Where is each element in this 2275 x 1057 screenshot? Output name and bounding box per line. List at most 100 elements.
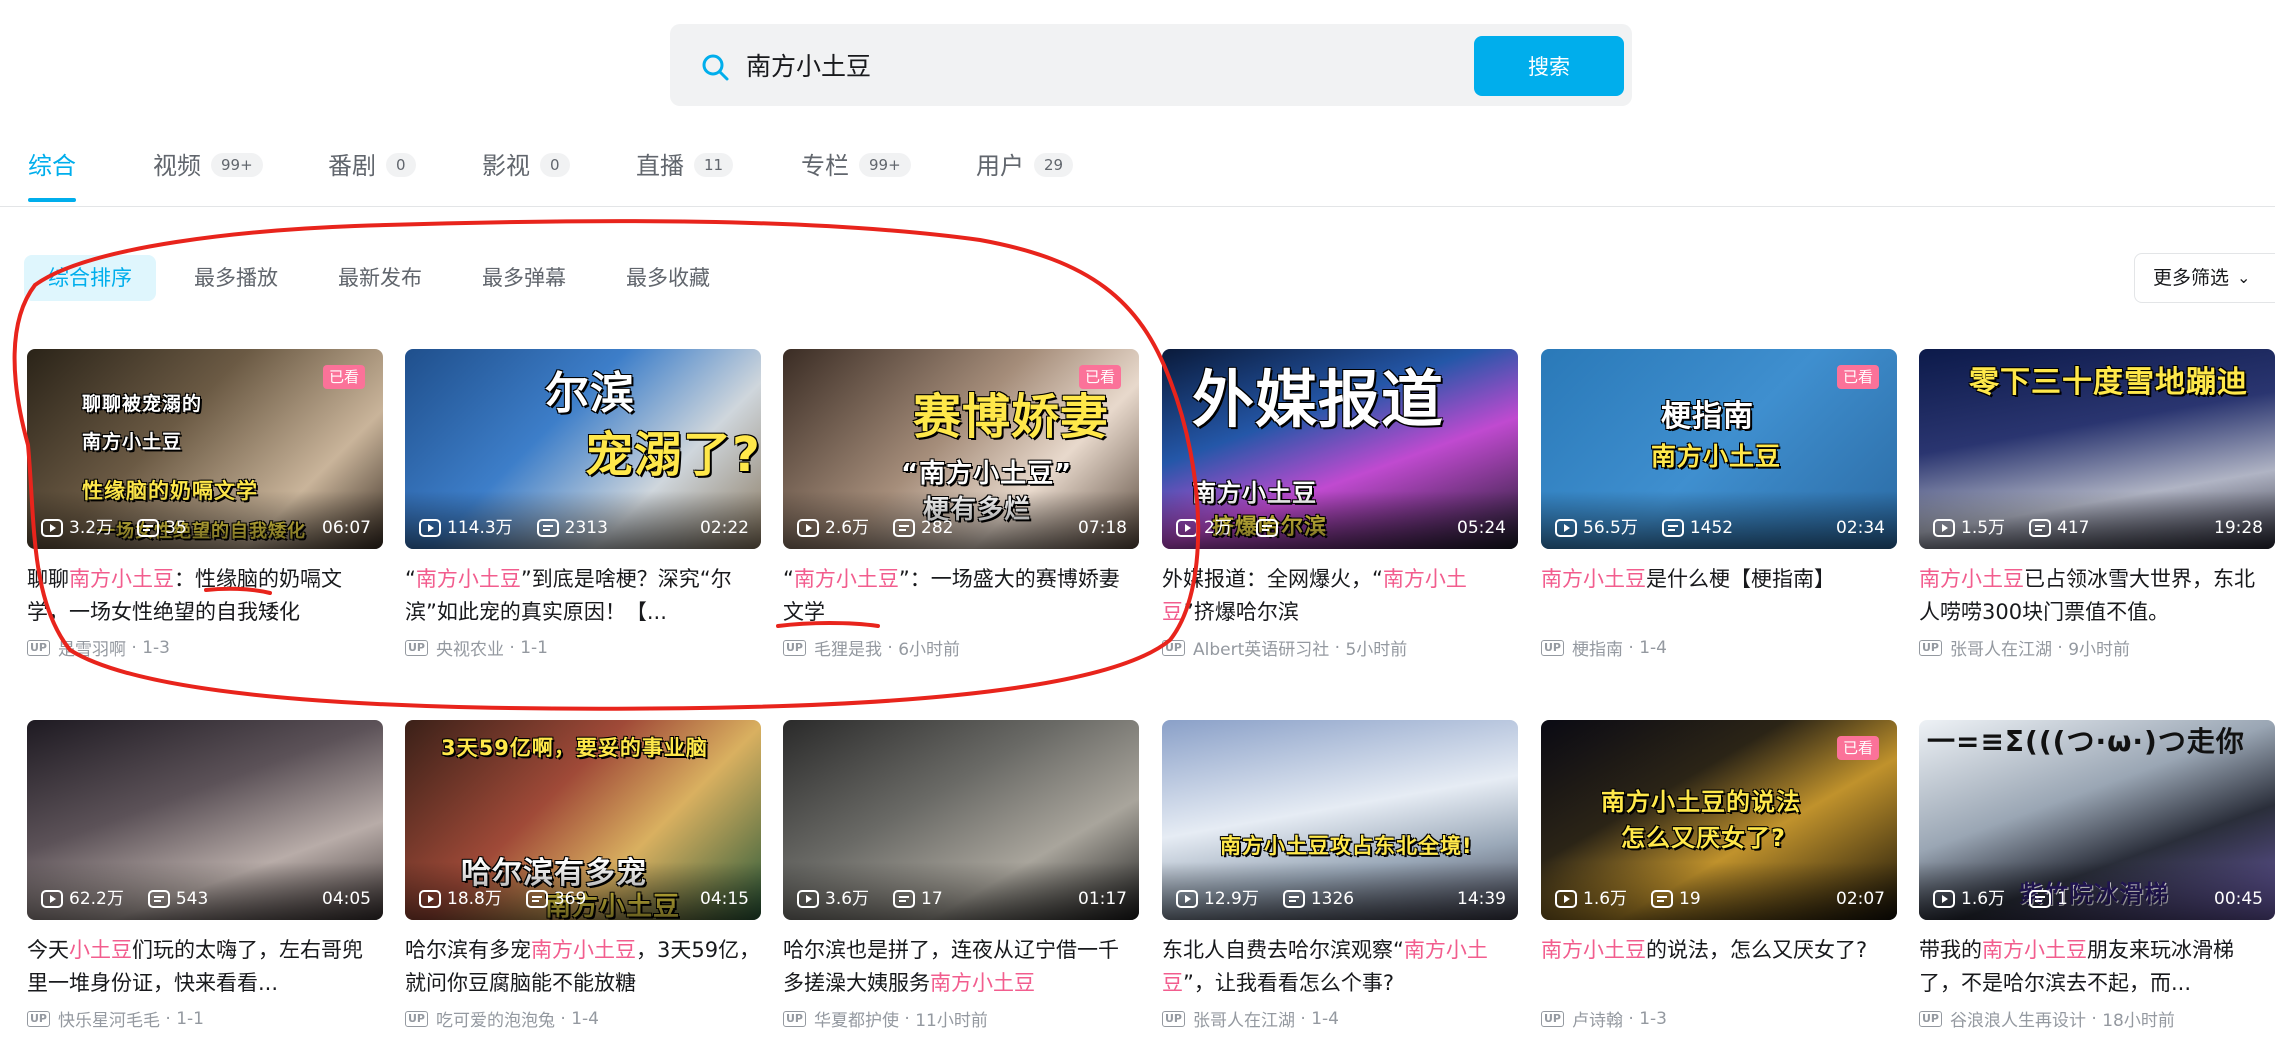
thumbnail-caption: 梗指南 xyxy=(1661,399,1754,434)
video-meta[interactable]: UP 谷浪浪人生再设计 · 18小时前 xyxy=(1919,1006,2275,1031)
video-stats: 56.5万 1452 02:34 xyxy=(1555,515,1885,541)
video-card[interactable]: 零下三十度雪地蹦迪 1.5万 417 19:28 南方小土豆已占领冰雪大世界，东北人唠唠… xyxy=(1919,349,2275,660)
play-count: 56.5万 xyxy=(1555,515,1638,541)
video-meta[interactable]: UP 毛狸是我 · 6小时前 xyxy=(783,635,1139,660)
play-count: 114.3万 xyxy=(419,515,513,541)
video-thumbnail[interactable]: 南方小土豆攻占东北全境! 12.9万 1326 14:39 xyxy=(1162,720,1518,920)
video-title[interactable]: 哈尔滨也是拼了，连夜从辽宁借一千多搓澡大姨服务南方小土豆 xyxy=(783,934,1139,1000)
video-card[interactable]: 聊聊被宠溺的南方小土豆性缘脑的奶嗝文学一场女性绝望的自我矮化已看3.2万3506… xyxy=(27,349,383,660)
danmaku-count-value: 369 xyxy=(553,889,587,909)
danmaku-count-value: 17 xyxy=(921,889,943,909)
video-title[interactable]: 今天小土豆们玩的太嗨了，左右哥兜里一堆身份证，快来看看... xyxy=(27,934,383,1000)
video-meta[interactable]: UP 卢诗翰 · 1-3 xyxy=(1541,1006,1897,1031)
video-card[interactable]: 尔滨 宠溺了? 114.3万 2313 02:22 “南方小土豆”到底是啥梗？深究“尔滨”… xyxy=(405,349,761,660)
video-thumbnail[interactable]: 一=≡Σ(((つ·ω·)つ走你紫竹院冰滑梯1.6万100:45 xyxy=(1919,720,2275,920)
video-title[interactable]: 南方小土豆已占领冰雪大世界，东北人唠唠300块门票值不值。 xyxy=(1919,563,2275,629)
danmaku-count-value: 19 xyxy=(1679,889,1701,909)
play-count: 3.6万 xyxy=(797,886,869,912)
video-thumbnail[interactable]: 零下三十度雪地蹦迪 1.5万 417 19:28 xyxy=(1919,349,2275,549)
video-card[interactable]: 外媒报道南方小土豆挤爆哈尔滨2万05:24 外媒报道：全网爆火，“南方小土豆”挤爆… xyxy=(1162,349,1518,660)
video-title[interactable]: “南方小土豆”：一场盛大的赛博娇妻文学 xyxy=(783,563,1139,629)
thumbnail-caption: 南方小土豆 xyxy=(1651,442,1782,471)
play-count: 1.6万 xyxy=(1933,886,2005,912)
video-title[interactable]: 哈尔滨有多宠南方小土豆，3天59亿，就问你豆腐脑能不能放糖 xyxy=(405,934,761,1000)
danmaku-count-icon xyxy=(893,890,916,908)
video-card[interactable]: 62.2万 543 04:05 今天小土豆们玩的太嗨了，左右哥兜里一堆身份证，快来看看… xyxy=(27,720,383,1031)
sort-most-favorites[interactable]: 最多收藏 xyxy=(602,255,734,301)
video-card[interactable]: 南方小土豆攻占东北全境! 12.9万 1326 14:39 东北人自费去哈尔滨观察“南方… xyxy=(1162,720,1518,1031)
meta-separator: · xyxy=(504,637,521,658)
play-count: 62.2万 xyxy=(41,886,124,912)
video-stats: 18.8万 369 04:15 xyxy=(419,886,749,912)
video-meta[interactable]: UP 吃可爱的泡泡兔 · 1-4 xyxy=(405,1006,761,1031)
meta-separator: · xyxy=(1623,1008,1640,1029)
video-card[interactable]: 赛博娇妻“南方小土豆”梗有多烂已看2.6万28207:18 “南方小土豆”：一场盛… xyxy=(783,349,1139,660)
video-duration: 04:15 xyxy=(700,889,749,909)
video-thumbnail[interactable]: 3.6万 17 01:17 xyxy=(783,720,1139,920)
tab-article[interactable]: 专栏 99+ xyxy=(801,146,911,206)
tab-film[interactable]: 影视 0 xyxy=(482,146,570,206)
video-meta[interactable]: UP 快乐星河毛毛 · 1-1 xyxy=(27,1006,383,1031)
video-thumbnail[interactable]: 3天59亿啊，要妥的事业脑哈尔滨有多宠南方小土豆18.8万36904:15 xyxy=(405,720,761,920)
uploader-name: 快乐星河毛毛 xyxy=(58,1011,160,1031)
meta-separator: · xyxy=(1295,1008,1312,1029)
video-title[interactable]: 东北人自费去哈尔滨观察“南方小土豆”，让我看看怎么个事? xyxy=(1162,934,1518,1000)
title-keyword-highlight: 南方小土豆 xyxy=(1541,567,1646,591)
watched-badge: 已看 xyxy=(1836,736,1879,760)
video-title[interactable]: 聊聊南方小土豆：性缘脑的奶嗝文学，一场女性绝望的自我矮化 xyxy=(27,563,383,629)
play-count-icon xyxy=(1176,890,1198,908)
meta-separator: · xyxy=(555,1008,572,1029)
video-thumbnail[interactable]: 南方小土豆的说法 怎么又厌女了? 已看 1.6万 19 02:07 xyxy=(1541,720,1897,920)
thumbnail-caption: “南方小土豆” xyxy=(901,459,1073,489)
video-card[interactable]: 3天59亿啊，要妥的事业脑哈尔滨有多宠南方小土豆 18.8万 369 04:15 哈尔滨… xyxy=(405,720,761,1031)
video-title[interactable]: 外媒报道：全网爆火，“南方小土豆”挤爆哈尔滨 xyxy=(1162,563,1518,629)
video-card[interactable]: 南方小土豆的说法 怎么又厌女了? 已看 1.6万 19 02:07 南方小土豆的说法，怎么又… xyxy=(1541,720,1897,1031)
title-text: “ xyxy=(405,567,416,591)
play-count-icon xyxy=(41,519,63,537)
video-title[interactable]: 南方小土豆的说法，怎么又厌女了? xyxy=(1541,934,1897,1000)
video-meta[interactable]: UP 张哥人在江湖 · 1-4 xyxy=(1162,1006,1518,1031)
tab-bangumi[interactable]: 番剧 0 xyxy=(328,146,416,206)
uploader-icon: UP xyxy=(1541,639,1564,656)
video-meta[interactable]: UP Albert英语研习社 · 5小时前 xyxy=(1162,635,1518,660)
video-stats: 2万 05:24 xyxy=(1176,515,1506,541)
search-input[interactable] xyxy=(746,38,1386,92)
uploader-name: 央视农业 xyxy=(436,640,504,660)
sort-default[interactable]: 综合排序 xyxy=(24,255,156,301)
search-button[interactable]: 搜索 xyxy=(1474,36,1624,96)
video-thumbnail[interactable]: 外媒报道南方小土豆挤爆哈尔滨2万05:24 xyxy=(1162,349,1518,549)
video-meta[interactable]: UP 华夏都护使 · 11小时前 xyxy=(783,1006,1139,1031)
video-meta[interactable]: UP 梗指南 · 1-4 xyxy=(1541,635,1897,660)
video-thumbnail[interactable]: 尔滨 宠溺了? 114.3万 2313 02:22 xyxy=(405,349,761,549)
sort-newest[interactable]: 最新发布 xyxy=(314,255,446,301)
video-title[interactable]: 南方小土豆是什么梗【梗指南】 xyxy=(1541,563,1897,629)
video-thumbnail[interactable]: 62.2万 543 04:05 xyxy=(27,720,383,920)
video-thumbnail[interactable]: 梗指南南方小土豆 已看 56.5万 1452 02:34 xyxy=(1541,349,1897,549)
chevron-down-icon: ⌄ xyxy=(2237,268,2251,287)
play-count: 2.6万 xyxy=(797,515,869,541)
video-meta[interactable]: UP 是雪羽啊 · 1-3 xyxy=(27,635,383,660)
video-meta[interactable]: UP 张哥人在江湖 · 9小时前 xyxy=(1919,635,2275,660)
video-title[interactable]: “南方小土豆”到底是啥梗？深究“尔滨”如此宠的真实原因！【... xyxy=(405,563,761,629)
tab-live[interactable]: 直播 11 xyxy=(636,146,734,206)
watched-badge: 已看 xyxy=(1836,365,1879,389)
video-title[interactable]: 带我的南方小土豆朋友来玩冰滑梯了，不是哈尔滨去不起，而... xyxy=(1919,934,2275,1000)
video-card[interactable]: 3.6万 17 01:17 哈尔滨也是拼了，连夜从辽宁借一千多搓澡大姨服务南方小土豆 U… xyxy=(783,720,1139,1031)
video-meta[interactable]: UP 央视农业 · 1-1 xyxy=(405,635,761,660)
tab-video[interactable]: 视频 99+ xyxy=(153,146,263,206)
uploader-icon: UP xyxy=(1162,1010,1185,1027)
more-filter-button[interactable]: 更多筛选 ⌄ xyxy=(2134,253,2275,303)
play-count-icon xyxy=(419,890,441,908)
tab-user[interactable]: 用户 29 xyxy=(976,146,1074,206)
video-thumbnail[interactable]: 聊聊被宠溺的南方小土豆性缘脑的奶嗝文学一场女性绝望的自我矮化已看3.2万3506… xyxy=(27,349,383,549)
sort-most-played[interactable]: 最多播放 xyxy=(170,255,302,301)
tab-all[interactable]: 综合 xyxy=(28,146,76,206)
video-card[interactable]: 一=≡Σ(((つ·ω·)つ走你紫竹院冰滑梯1.6万100:45带我的南方小土豆朋… xyxy=(1919,720,2275,1031)
video-card[interactable]: 梗指南南方小土豆 已看 56.5万 1452 02:34 南方小土豆是什么梗【梗指南】 UP… xyxy=(1541,349,1897,660)
video-thumbnail[interactable]: 赛博娇妻“南方小土豆”梗有多烂已看2.6万28207:18 xyxy=(783,349,1139,549)
publish-date: 5小时前 xyxy=(1345,640,1408,660)
title-text: ”挤爆哈尔滨 xyxy=(1183,600,1299,624)
uploader-name: 卢诗翰 xyxy=(1572,1011,1623,1031)
sort-most-danmaku[interactable]: 最多弹幕 xyxy=(458,255,590,301)
danmaku-count-value: 1 xyxy=(2057,889,2068,909)
